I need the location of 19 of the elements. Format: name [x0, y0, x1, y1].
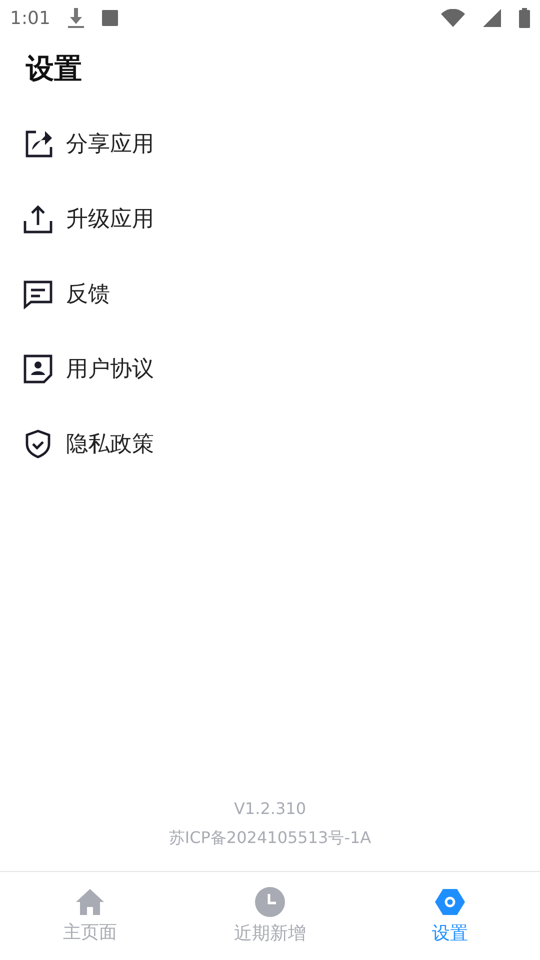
keyboard-app-icon: [102, 10, 118, 26]
contact-card-icon: [22, 352, 54, 384]
version-text: V1.2.310: [234, 799, 306, 818]
signal-icon: [483, 9, 501, 27]
page-title: 设置: [26, 51, 83, 87]
wifi-icon: [441, 9, 465, 27]
settings-icon: [435, 887, 465, 917]
menu-item[interactable]: 用户协议: [66, 354, 154, 384]
battery-icon: [519, 8, 530, 28]
menu-item[interactable]: 升级应用: [66, 204, 154, 234]
home-icon: [75, 888, 105, 916]
status-time: 1:01: [10, 8, 50, 28]
menu-item[interactable]: 隐私政策: [66, 428, 154, 458]
menu-item[interactable]: 分享应用: [66, 128, 154, 158]
license-text: 苏ICP备2024105513号-1A: [168, 828, 372, 849]
menu-item[interactable]: 反馈: [66, 278, 110, 308]
clock-icon: [255, 887, 285, 917]
upload-icon: [22, 202, 54, 234]
download-icon: [68, 8, 84, 28]
